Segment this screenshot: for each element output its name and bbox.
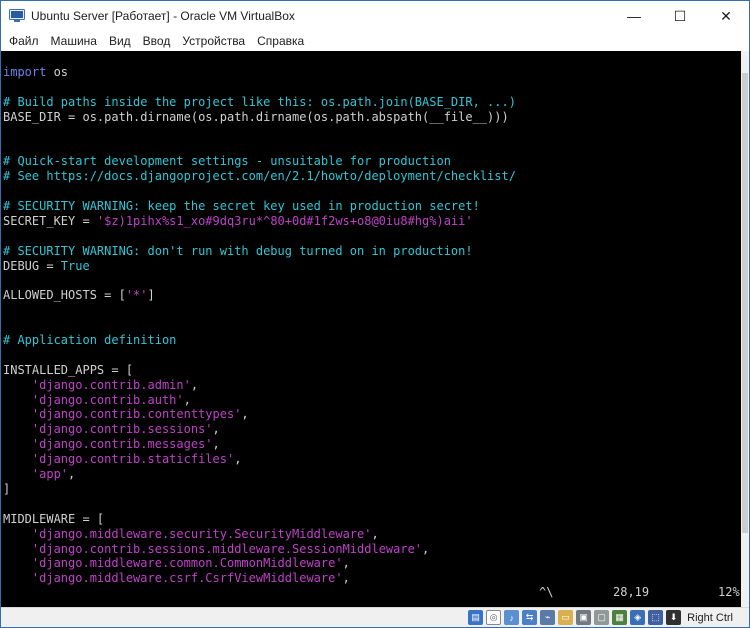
- keyword-import: import: [3, 65, 47, 79]
- code-line: 'django.contrib.admin',: [31, 377, 199, 392]
- code-line: 'django.contrib.auth',: [31, 392, 191, 407]
- code-line: 'django.contrib.contenttypes',: [31, 407, 249, 422]
- code-line: 'app',: [31, 467, 76, 482]
- vm-status-bar: ▤ ◎ ♪ ⇆ ⌁ ▭ ▣ ▢ ▦ ◈ ⬚ ⬇ Right Ctrl: [1, 607, 749, 627]
- code-line: MIDDLEWARE = [: [3, 511, 105, 526]
- code-comment: # SECURITY WARNING: keep the secret key …: [3, 199, 480, 214]
- menu-input[interactable]: Ввод: [137, 31, 177, 51]
- virtualbox-window: Ubuntu Server [Работает] - Oracle VM Vir…: [0, 0, 750, 628]
- code-line: 'django.contrib.sessions.middleware.Sess…: [31, 541, 430, 556]
- vim-status-line: ^\ 28,19 12%: [1, 585, 741, 601]
- vertical-scrollbar[interactable]: [741, 51, 749, 607]
- code-comment: # SECURITY WARNING: don't run with debug…: [3, 243, 473, 258]
- code-line: DEBUG = True: [3, 258, 90, 273]
- network-icon[interactable]: ⇆: [522, 610, 538, 625]
- code-line: ALLOWED_HOSTS = ['*']: [3, 288, 155, 303]
- pending-command: ^\: [539, 585, 554, 599]
- minimize-button[interactable]: —: [611, 1, 657, 31]
- menu-file[interactable]: Файл: [3, 31, 45, 51]
- code-line: import os: [3, 65, 69, 79]
- mouse-integration-icon[interactable]: ⬚: [648, 610, 664, 625]
- code-comment: # Build paths inside the project like th…: [3, 94, 516, 109]
- usb-icon[interactable]: ⌁: [540, 610, 556, 625]
- hard-disk-icon[interactable]: ▤: [468, 610, 484, 625]
- code-line: 'django.middleware.csrf.CsrfViewMiddlewa…: [31, 571, 350, 586]
- code-comment: # See https://docs.djangoproject.com/en/…: [3, 169, 516, 184]
- keyboard-capture-icon[interactable]: ⬇: [666, 610, 682, 625]
- code-line: 'django.contrib.staticfiles',: [31, 452, 242, 467]
- virtualbox-app-icon: [9, 9, 25, 22]
- display-icon[interactable]: ▣: [576, 610, 592, 625]
- shared-folders-icon[interactable]: ▭: [558, 610, 574, 625]
- vm-console-screen[interactable]: import os # Build paths inside the proje…: [1, 51, 741, 607]
- scrollbar-thumb[interactable]: [742, 73, 748, 533]
- maximize-button[interactable]: ☐: [657, 1, 703, 31]
- scroll-percent: 12%: [718, 585, 740, 599]
- device-tray: ▤ ◎ ♪ ⇆ ⌁ ▭ ▣ ▢ ▦ ◈ ⬚ ⬇ Right Ctrl: [468, 610, 733, 625]
- menu-help[interactable]: Справка: [251, 31, 310, 51]
- boolean-true: True: [60, 258, 90, 273]
- code-comment: # Application definition: [3, 333, 177, 348]
- code-line: SECRET_KEY = '$z)1pihx%s1_xo#9dq3ru*^80+…: [3, 213, 473, 228]
- guest-additions-icon[interactable]: ◈: [630, 610, 646, 625]
- cursor-position: 28,19: [613, 585, 650, 599]
- menu-machine[interactable]: Машина: [45, 31, 103, 51]
- code-line: 'django.contrib.messages',: [31, 437, 220, 452]
- code-line: 'django.middleware.security.SecurityMidd…: [31, 526, 379, 541]
- audio-icon[interactable]: ♪: [504, 610, 520, 625]
- menu-bar: Файл Машина Вид Ввод Устройства Справка: [1, 31, 749, 51]
- close-button[interactable]: ✕: [703, 1, 749, 31]
- optical-drive-icon[interactable]: ◎: [486, 610, 502, 625]
- code-line: 'django.middleware.common.CommonMiddlewa…: [31, 556, 350, 571]
- code-line: 'django.contrib.sessions',: [31, 422, 220, 437]
- code-comment: # Quick-start development settings - uns…: [3, 154, 451, 169]
- title-bar[interactable]: Ubuntu Server [Работает] - Oracle VM Vir…: [1, 1, 749, 31]
- cpu-activity-icon[interactable]: ▦: [612, 610, 628, 625]
- code-line: ]: [3, 481, 11, 496]
- secret-key-string: '$z)1pihx%s1_xo#9dq3ru*^80+0d#1f2ws+o8@0…: [96, 213, 473, 228]
- host-key-label: Right Ctrl: [687, 611, 733, 624]
- code-line: BASE_DIR = os.path.dirname(os.path.dirna…: [3, 109, 509, 124]
- maximize-icon: ☐: [673, 7, 687, 24]
- menu-devices[interactable]: Устройства: [176, 31, 251, 51]
- code-line: INSTALLED_APPS = [: [3, 362, 134, 377]
- close-icon: ✕: [720, 7, 732, 24]
- window-title: Ubuntu Server [Работает] - Oracle VM Vir…: [31, 9, 295, 23]
- minimize-icon: —: [627, 8, 641, 24]
- menu-view[interactable]: Вид: [103, 31, 137, 51]
- video-capture-icon[interactable]: ▢: [594, 610, 610, 625]
